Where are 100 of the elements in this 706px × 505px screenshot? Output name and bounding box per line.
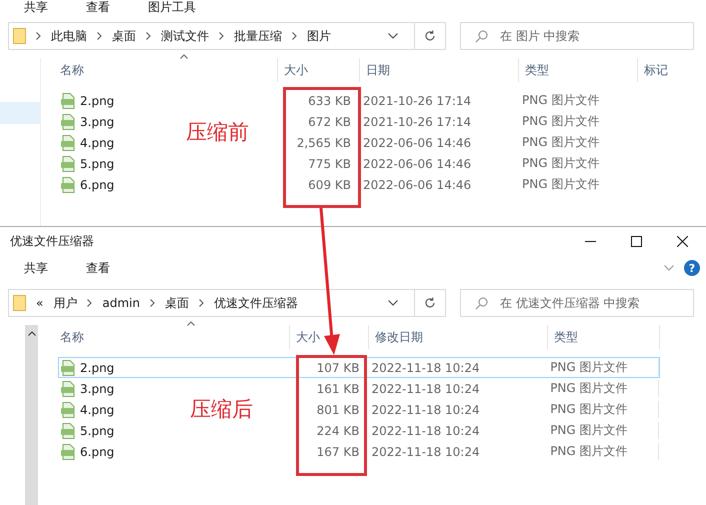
refresh-icon[interactable]: [424, 30, 436, 42]
selected-row[interactable]: 2.png 107 KB 2022-11-18 10:24 PNG 图片文件: [58, 357, 660, 378]
png-file-icon: [60, 360, 76, 376]
file-type: PNG 图片文件: [546, 359, 659, 376]
png-file-icon: [60, 92, 76, 108]
annotation-label: 压缩后: [190, 396, 253, 423]
maximize-icon[interactable]: [631, 236, 642, 246]
file-name: 2.png: [80, 94, 114, 108]
file-name: 3.png: [80, 114, 114, 128]
column-header[interactable]: 大小: [277, 58, 359, 82]
file-date: 2022-06-06 14:46: [362, 136, 472, 150]
file-type: PNG 图片文件: [521, 176, 600, 193]
annotation-label: 压缩前: [186, 119, 249, 146]
breadcrumb[interactable]: 批量压缩: [234, 28, 282, 44]
file-date: 2022-11-18 10:24: [370, 382, 481, 396]
overflow-chevron[interactable]: «: [36, 296, 44, 310]
sort-caret-icon: [187, 321, 195, 326]
refresh-icon[interactable]: [424, 297, 436, 309]
chevron-right-icon: [146, 32, 151, 40]
scrollbar[interactable]: [25, 325, 38, 505]
file-date: 2022-06-06 14:46: [362, 178, 472, 192]
file-size: 167 KB: [316, 444, 360, 458]
file-type: PNG 图片文件: [546, 380, 659, 397]
dropdown-icon[interactable]: [388, 33, 398, 39]
file-type: PNG 图片文件: [521, 92, 600, 109]
ribbon-tab[interactable]: 共享: [0, 261, 62, 275]
chevron-right-icon: [36, 32, 41, 40]
file-date: 2021-10-26 17:14: [362, 94, 472, 108]
png-file-icon: [60, 380, 76, 396]
breadcrumb[interactable]: 图片: [307, 28, 331, 44]
file-date: 2022-11-18 10:24: [370, 360, 481, 374]
breadcrumb[interactable]: 测试文件: [161, 28, 209, 44]
file-date: 2022-06-06 14:46: [362, 156, 472, 170]
chevron-down-icon[interactable]: [664, 265, 674, 271]
chevron-right-icon: [97, 32, 102, 40]
column-header[interactable]: 名称: [60, 325, 289, 349]
close-icon[interactable]: [677, 236, 688, 246]
column-header[interactable]: 日期: [359, 58, 518, 82]
search-field[interactable]: 在 图片 中搜索: [460, 22, 694, 50]
file-size: 224 KB: [316, 424, 360, 438]
png-file-icon: [60, 422, 76, 438]
file-name: 6.png: [80, 444, 114, 458]
file-type: PNG 图片文件: [546, 401, 659, 418]
file-name: 4.png: [80, 402, 114, 416]
png-file-icon: [60, 176, 76, 192]
file-size: 633 KB: [307, 94, 352, 108]
file-type: PNG 图片文件: [521, 134, 600, 151]
file-type: PNG 图片文件: [546, 443, 659, 460]
nav-pane-highlight: [0, 102, 40, 124]
search-icon: [475, 296, 488, 310]
column-header[interactable]: 类型: [547, 325, 660, 349]
search-field[interactable]: 在 优速文件压缩器 中搜索: [460, 289, 694, 317]
breadcrumb[interactable]: 桌面: [164, 294, 189, 312]
help-button[interactable]: ?: [684, 260, 700, 276]
file-name: 2.png: [80, 360, 114, 374]
file-date: 2022-11-18 10:24: [370, 402, 481, 416]
column-header[interactable]: 名称: [60, 58, 277, 82]
address-bar[interactable]: « 用户 admin 桌面 优速文件压缩器: [8, 289, 446, 317]
file-name: 5.png: [80, 424, 114, 438]
file-size: 609 KB: [307, 178, 352, 192]
window-title: 优速文件压缩器: [10, 232, 94, 250]
file-size: 161 KB: [316, 382, 360, 396]
column-header[interactable]: 类型: [518, 58, 637, 82]
file-type: PNG 图片文件: [521, 155, 600, 172]
png-file-icon: [60, 402, 76, 418]
file-size: 672 KB: [307, 114, 352, 128]
breadcrumb[interactable]: admin: [102, 296, 140, 310]
column-header[interactable]: 标记: [637, 58, 697, 82]
file-size: 107 KB: [316, 360, 360, 374]
chevron-right-icon: [292, 32, 297, 40]
file-size: 775 KB: [307, 156, 352, 170]
column-header[interactable]: 修改日期: [368, 325, 547, 349]
chevron-right-icon: [198, 299, 204, 307]
ribbon-tab[interactable]: 查看: [62, 0, 124, 14]
chevron-right-icon: [219, 32, 224, 40]
breadcrumb[interactable]: 桌面: [112, 28, 136, 44]
chevron-right-icon: [87, 299, 92, 307]
file-name: 3.png: [80, 382, 114, 396]
file-name: 4.png: [80, 136, 114, 150]
file-size: 2,565 KB: [296, 136, 352, 150]
file-type: PNG 图片文件: [546, 422, 659, 439]
file-date: 2022-11-18 10:24: [370, 424, 481, 438]
ribbon-tab[interactable]: 查看: [62, 261, 124, 275]
file-name: 5.png: [80, 156, 114, 170]
breadcrumb[interactable]: 用户: [53, 294, 78, 312]
png-file-icon: [60, 134, 76, 150]
file-name: 6.png: [80, 178, 114, 192]
file-type: PNG 图片文件: [521, 113, 600, 130]
png-file-icon: [60, 114, 76, 130]
chevron-right-icon: [150, 299, 155, 307]
ribbon-tab[interactable]: 图片工具: [124, 0, 210, 14]
scroll-up-icon[interactable]: [28, 331, 36, 336]
search-icon: [475, 30, 488, 42]
dropdown-icon[interactable]: [388, 300, 398, 306]
breadcrumb[interactable]: 此电脑: [51, 28, 87, 44]
address-bar[interactable]: 此电脑 桌面 测试文件 批量压缩 图片: [8, 22, 446, 50]
file-size: 801 KB: [316, 402, 360, 416]
breadcrumb[interactable]: 优速文件压缩器: [214, 294, 298, 312]
file-date: 2022-11-18 10:24: [370, 444, 481, 458]
ribbon-tab[interactable]: 共享: [0, 0, 62, 14]
